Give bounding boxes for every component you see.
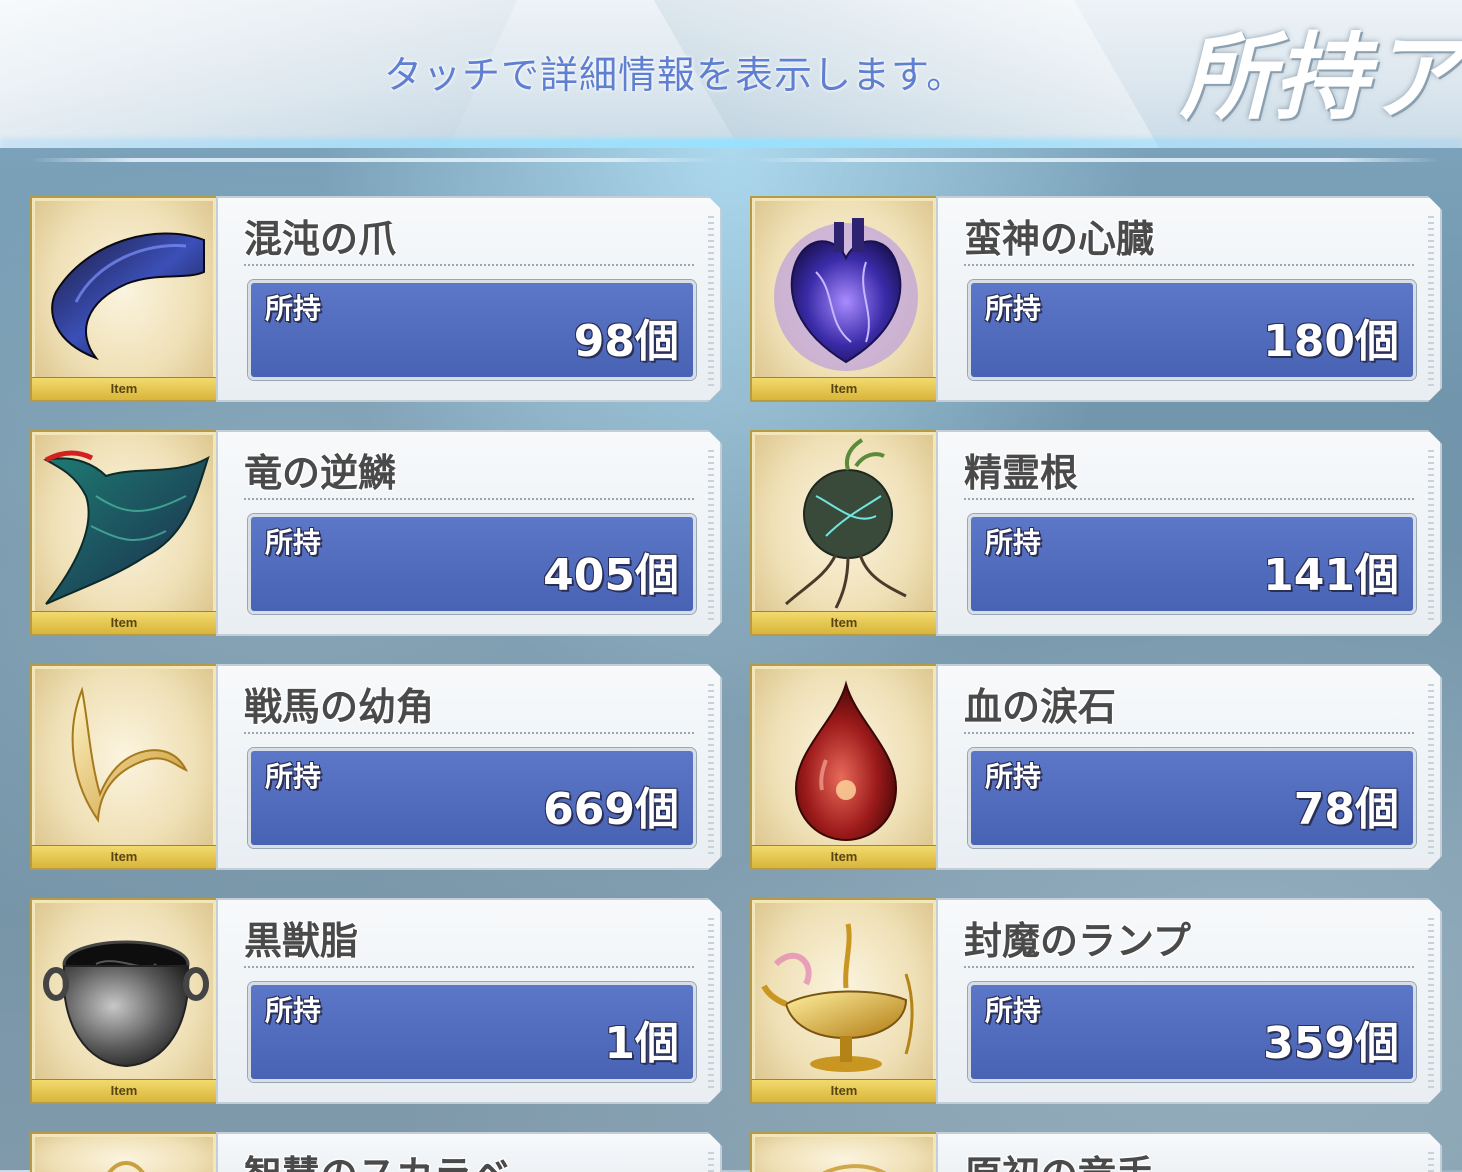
item-card[interactable]: Item 精霊根 所持 141個 (750, 430, 1442, 638)
item-card[interactable]: 原初の竜手 (750, 1132, 1442, 1172)
quantity-value: 669個 (543, 784, 679, 835)
quantity-box: 所持 405個 (248, 514, 696, 614)
item-thumbnail: Item (30, 898, 218, 1104)
item-tag: Item (752, 611, 936, 634)
item-tag: Item (752, 845, 936, 868)
item-name: 混沌の爪 (244, 217, 397, 261)
quantity-value: 78個 (1293, 784, 1399, 835)
quantity-box: 所持 359個 (968, 982, 1416, 1082)
item-tag: Item (752, 377, 936, 400)
item-thumbnail: Item (750, 430, 938, 636)
dragon-scale-icon (43, 450, 210, 605)
item-panel: 戦馬の幼角 所持 669個 (216, 664, 722, 870)
item-tag: Item (32, 377, 216, 400)
quantity-value: 141個 (1263, 550, 1399, 601)
item-thumbnail: Item (30, 664, 218, 870)
item-tag: Item (32, 611, 216, 634)
quantity-label: 所持 (265, 760, 322, 793)
item-panel: 原初の竜手 (936, 1132, 1442, 1172)
spirit-root-icon (784, 438, 907, 609)
quantity-label: 所持 (265, 526, 322, 559)
quantity-box: 所持 1個 (248, 982, 696, 1082)
quantity-label: 所持 (985, 760, 1042, 793)
header: タッチで詳細情報を表示します。 所持ア (0, 0, 1462, 148)
item-thumbnail: Item (750, 664, 938, 870)
quantity-label: 所持 (985, 526, 1042, 559)
item-name: 竜の逆鱗 (244, 451, 397, 495)
item-card[interactable]: Item 竜の逆鱗 所持 405個 (30, 430, 722, 638)
item-card[interactable]: Item 戦馬の幼角 所持 669個 (30, 664, 722, 872)
divider-right (750, 158, 1440, 162)
touch-hint-text: タッチで詳細情報を表示します。 (384, 53, 966, 97)
dragon-hand-icon (822, 1164, 887, 1172)
item-thumbnail: Item (30, 430, 218, 636)
quantity-box: 所持 669個 (248, 748, 696, 848)
quantity-value: 359個 (1263, 1018, 1399, 1069)
quantity-value: 405個 (543, 550, 679, 601)
item-name: 智慧のスカラベ (244, 1144, 510, 1172)
item-card[interactable]: Item 蛮神の心臓 所持 180個 (750, 196, 1442, 404)
item-tag: Item (32, 845, 216, 868)
item-name: 封魔のランプ (964, 919, 1191, 963)
item-panel: 竜の逆鱗 所持 405個 (216, 430, 722, 636)
horn-icon (71, 686, 189, 823)
quantity-label: 所持 (985, 994, 1042, 1027)
item-name: 戦馬の幼角 (244, 685, 435, 729)
magic-lamp-icon (761, 923, 914, 1072)
item-name: 血の涙石 (964, 685, 1117, 729)
item-panel: 封魔のランプ 所持 359個 (936, 898, 1442, 1104)
item-card[interactable]: Item 黒獣脂 所持 1個 (30, 898, 722, 1106)
item-name: 黒獣脂 (244, 919, 359, 963)
item-panel: 精霊根 所持 141個 (936, 430, 1442, 636)
item-panel: 血の涙石 所持 78個 (936, 664, 1442, 870)
divider-left (30, 158, 720, 162)
item-tag: Item (752, 1079, 936, 1102)
blood-tear-stone-icon (794, 680, 898, 842)
quantity-value: 1個 (604, 1018, 679, 1069)
quantity-label: 所持 (265, 292, 322, 325)
page-title: 所持ア (1180, 23, 1462, 133)
quantity-box: 所持 78個 (968, 748, 1416, 848)
item-name: 原初の竜手 (964, 1144, 1154, 1172)
claw-icon (51, 232, 205, 361)
item-tag: Item (32, 1079, 216, 1102)
item-card[interactable]: Item 封魔のランプ 所持 359個 (750, 898, 1442, 1106)
item-panel: 智慧のスカラベ (216, 1132, 722, 1172)
item-card[interactable]: Item 血の涙石 所持 78個 (750, 664, 1442, 872)
quantity-value: 180個 (1263, 316, 1399, 367)
quantity-box: 所持 141個 (968, 514, 1416, 614)
item-name: 精霊根 (964, 451, 1079, 495)
heart-icon (774, 218, 918, 371)
item-name: 蛮神の心臓 (964, 217, 1155, 261)
quantity-label: 所持 (265, 994, 322, 1027)
scarab-icon (107, 1161, 145, 1172)
item-panel: 蛮神の心臓 所持 180個 (936, 196, 1442, 402)
item-thumbnail: Item (750, 196, 938, 402)
item-thumbnail (30, 1132, 218, 1172)
item-panel: 黒獣脂 所持 1個 (216, 898, 722, 1104)
item-card[interactable]: 智慧のスカラベ (30, 1132, 722, 1172)
item-card[interactable]: Item 混沌の爪 所持 98個 (30, 196, 722, 404)
item-panel: 混沌の爪 所持 98個 (216, 196, 722, 402)
quantity-label: 所持 (985, 292, 1042, 325)
quantity-box: 所持 98個 (248, 280, 696, 380)
item-thumbnail: Item (750, 898, 938, 1104)
quantity-value: 98個 (573, 316, 679, 367)
item-thumbnail: Item (30, 196, 218, 402)
black-tallow-pot-icon (43, 940, 209, 1068)
item-thumbnail (750, 1132, 938, 1172)
quantity-box: 所持 180個 (968, 280, 1416, 380)
